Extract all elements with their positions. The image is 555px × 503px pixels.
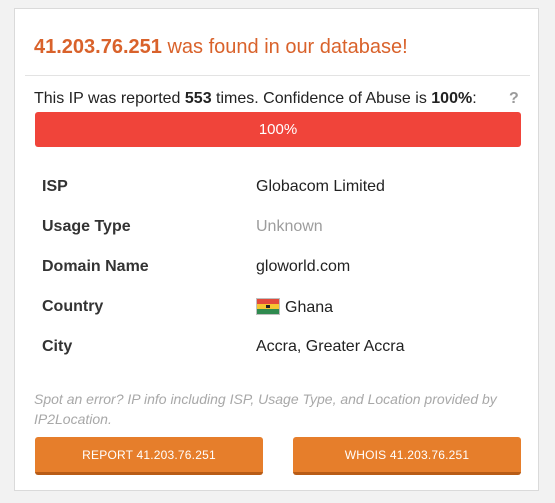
city-label: City [42, 338, 73, 355]
table-row: Usage Type Unknown [35, 207, 405, 247]
country-value: Ghana [285, 298, 334, 316]
confidence-bar-fill: 100% [35, 112, 521, 147]
isp-label: ISP [42, 178, 68, 195]
help-icon[interactable]: ? [509, 89, 519, 109]
ghana-flag-icon [256, 297, 280, 315]
ip-address: 41.203.76.251 [34, 36, 162, 58]
isp-value: Globacom Limited [256, 178, 385, 195]
country-cell: Ghana [256, 287, 405, 327]
report-count: 553 [184, 90, 212, 107]
divider [25, 75, 530, 76]
confidence-value: 100% [431, 90, 473, 107]
city-value: Accra, Greater Accra [256, 338, 405, 355]
found-text: was found in our database! [161, 36, 408, 58]
report-summary: This IP was reported 553 times. Confiden… [34, 89, 477, 109]
whois-ip-button[interactable]: WHOIS 41.203.76.251 [293, 437, 521, 475]
report-middle: times. Confidence of Abuse is [211, 90, 432, 107]
domain-name-value: gloworld.com [256, 258, 351, 275]
usage-type-label: Usage Type [42, 218, 131, 235]
attribution-note: Spot an error? IP info including ISP, Us… [34, 391, 497, 427]
domain-name-label: Domain Name [42, 258, 149, 275]
usage-type-value: Unknown [256, 218, 323, 235]
table-row: Domain Name gloworld.com [35, 247, 405, 287]
report-ip-button[interactable]: REPORT 41.203.76.251 [35, 437, 263, 475]
ip-result-card: 41.203.76.251 was found in our database!… [14, 8, 539, 491]
confidence-bar: 100% [35, 112, 521, 147]
report-prefix: This IP was reported [34, 90, 185, 107]
table-row: ISP Globacom Limited [35, 167, 405, 207]
country-label: Country [42, 298, 104, 315]
report-suffix: : [472, 90, 477, 107]
ip-details-table: ISP Globacom Limited Usage Type Unknown … [35, 167, 405, 367]
page-title: 41.203.76.251 was found in our database! [34, 35, 408, 59]
table-row: Country Ghana [35, 287, 405, 327]
table-row: City Accra, Greater Accra [35, 327, 405, 367]
